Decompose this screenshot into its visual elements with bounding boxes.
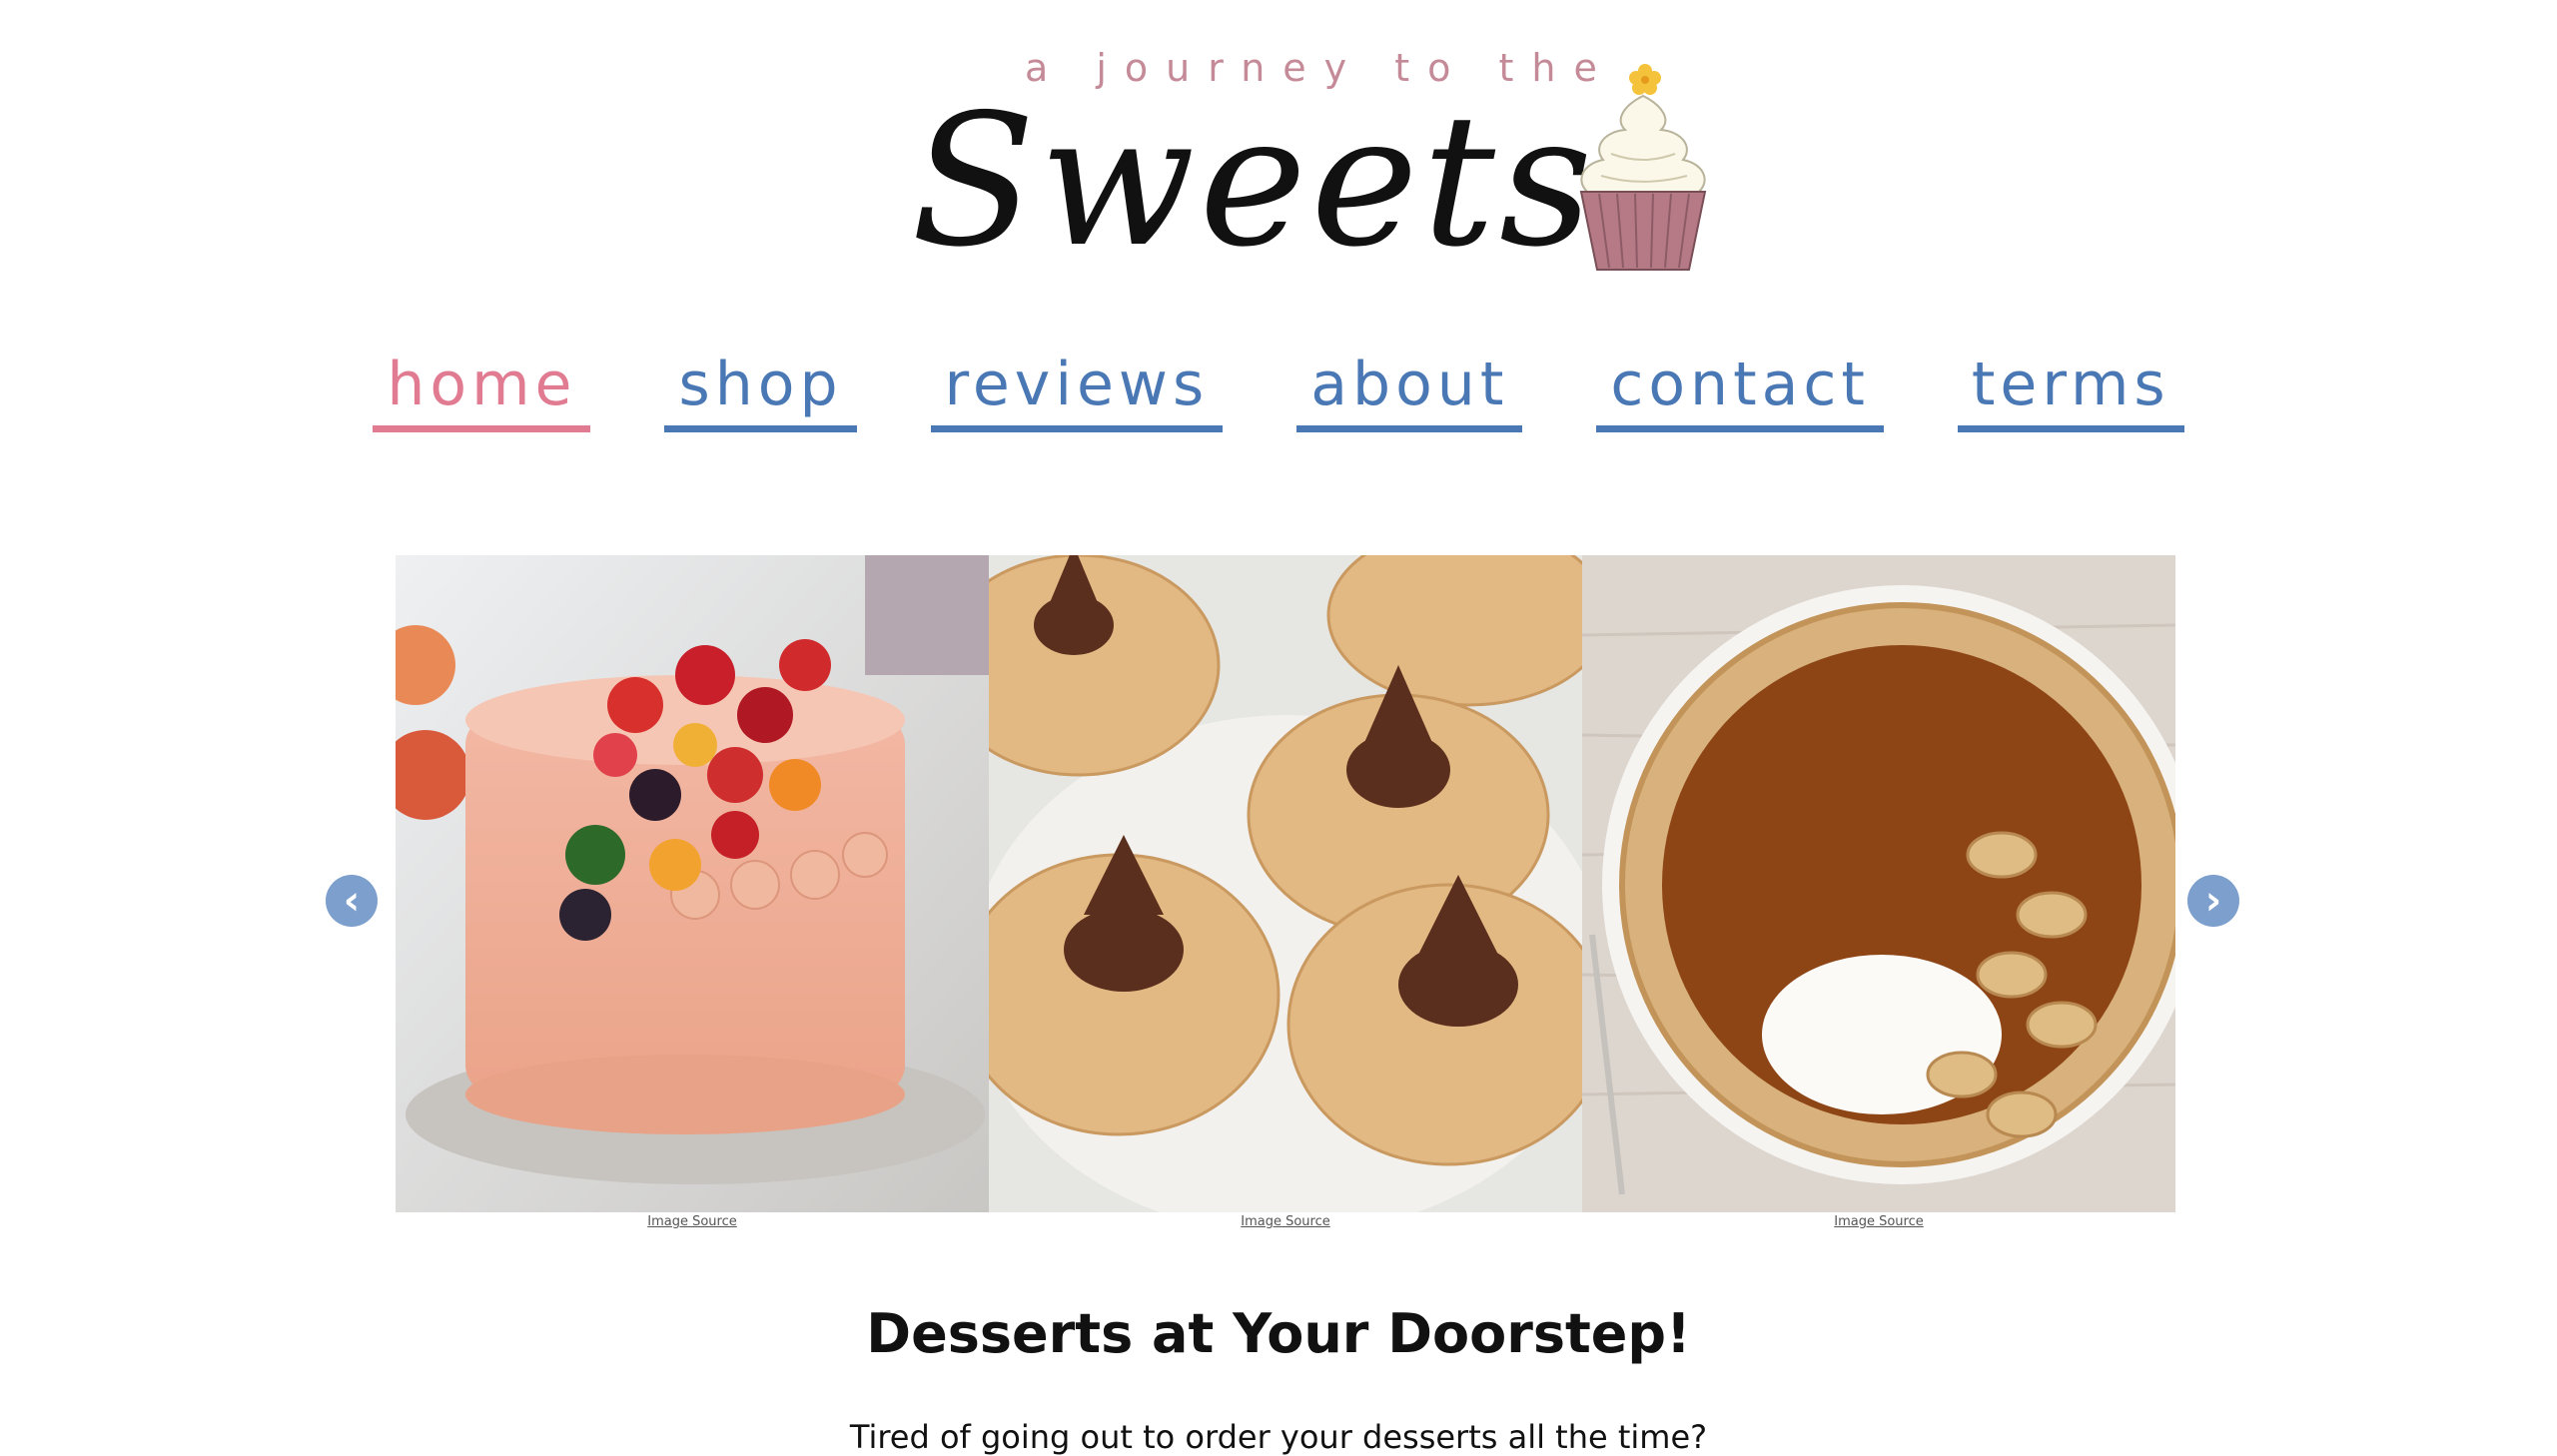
carousel-slide: Image Source — [396, 555, 989, 1234]
carousel-slide: Image Source — [989, 555, 1582, 1234]
logo-script: Sweets — [911, 75, 1597, 287]
image-source-link[interactable]: Image Source — [1582, 1214, 2175, 1229]
carousel-next-button[interactable]: › — [2187, 875, 2239, 927]
nav-item-shop[interactable]: shop — [664, 346, 857, 432]
image-carousel: Image Source Image Source Image Source — [396, 555, 2175, 1234]
nav-item-terms[interactable]: terms — [1957, 346, 2184, 432]
carousel-slide: Image Source — [1582, 555, 2175, 1234]
page-headline: Desserts at Your Doorstep! — [866, 1302, 1691, 1365]
pumpkin-pie-image — [1582, 555, 2175, 1212]
nav-item-home[interactable]: home — [373, 346, 591, 432]
intro-text: Tired of going out to order your dessert… — [849, 1418, 1708, 1456]
fruit-topped-cake-image — [396, 555, 989, 1212]
nav-item-reviews[interactable]: reviews — [930, 346, 1224, 432]
chocolate-kiss-cookies-image — [989, 555, 1582, 1212]
chevron-left-icon: ‹ — [343, 878, 361, 924]
image-source-link[interactable]: Image Source — [989, 1214, 1582, 1229]
main-nav: home shop reviews about contact terms — [0, 346, 2557, 432]
nav-item-contact[interactable]: contact — [1596, 346, 1884, 432]
site-logo[interactable]: a journey to the Sweets — [899, 40, 1738, 280]
nav-item-about[interactable]: about — [1296, 346, 1523, 432]
chevron-right-icon: › — [2204, 878, 2222, 924]
cupcake-icon — [1579, 64, 1707, 271]
image-source-link[interactable]: Image Source — [396, 1214, 989, 1229]
carousel-prev-button[interactable]: ‹ — [326, 875, 378, 927]
